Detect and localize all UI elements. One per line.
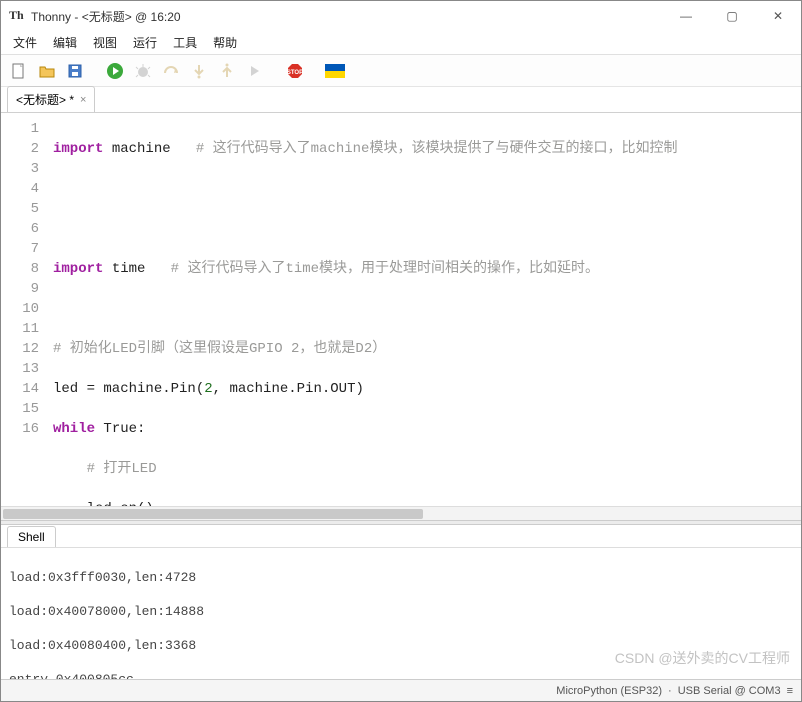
shell-tab-bar: Shell: [1, 525, 801, 547]
app-logo-icon: Th: [9, 8, 25, 24]
debug-icon[interactable]: [131, 59, 155, 83]
menu-tools[interactable]: 工具: [165, 32, 205, 53]
editor-tab-label: <无标题> *: [16, 91, 74, 108]
open-file-icon[interactable]: [35, 59, 59, 83]
code-area[interactable]: import machine # 这行代码导入了machine模块，该模块提供了…: [47, 113, 801, 506]
close-button[interactable]: ✕: [755, 1, 801, 31]
menu-view[interactable]: 视图: [85, 32, 125, 53]
title-bar: Th Thonny - <无标题> @ 16:20 — ▢ ✕: [1, 1, 801, 31]
scrollbar-thumb[interactable]: [3, 509, 423, 519]
horizontal-scrollbar[interactable]: [1, 506, 801, 520]
save-icon[interactable]: [63, 59, 87, 83]
status-menu-icon[interactable]: ≡: [787, 685, 793, 697]
menu-run[interactable]: 运行: [125, 32, 165, 53]
editor-tab-bar: <无标题> * ×: [1, 87, 801, 113]
tab-close-icon[interactable]: ×: [80, 94, 86, 106]
shell-line: load:0x40080400,len:3368: [9, 637, 793, 654]
stop-icon[interactable]: STOP: [283, 59, 307, 83]
code-editor[interactable]: 12345678910111213141516 import machine #…: [1, 113, 801, 506]
maximize-button[interactable]: ▢: [709, 1, 755, 31]
run-icon[interactable]: [103, 59, 127, 83]
ukraine-flag-icon[interactable]: [323, 59, 347, 83]
minimize-button[interactable]: —: [663, 1, 709, 31]
menu-help[interactable]: 帮助: [205, 32, 245, 53]
menu-bar: 文件 编辑 视图 运行 工具 帮助: [1, 31, 801, 55]
step-over-icon[interactable]: [159, 59, 183, 83]
shell-line: load:0x3fff0030,len:4728: [9, 569, 793, 586]
new-file-icon[interactable]: [7, 59, 31, 83]
shell-panel[interactable]: load:0x3fff0030,len:4728 load:0x40078000…: [1, 547, 801, 679]
status-bar: MicroPython (ESP32) · USB Serial @ COM3 …: [1, 679, 801, 701]
menu-file[interactable]: 文件: [5, 32, 45, 53]
menu-edit[interactable]: 编辑: [45, 32, 85, 53]
step-into-icon[interactable]: [187, 59, 211, 83]
step-out-icon[interactable]: [215, 59, 239, 83]
status-port[interactable]: USB Serial @ COM3: [678, 685, 781, 697]
status-sep: ·: [668, 685, 672, 697]
editor-tab[interactable]: <无标题> * ×: [7, 86, 95, 112]
window-title: Thonny - <无标题> @ 16:20: [31, 8, 663, 25]
shell-tab[interactable]: Shell: [7, 526, 56, 547]
status-interpreter[interactable]: MicroPython (ESP32): [556, 685, 662, 697]
resume-icon[interactable]: [243, 59, 267, 83]
toolbar: STOP: [1, 55, 801, 87]
shell-line: load:0x40078000,len:14888: [9, 603, 793, 620]
shell-line: entry 0x400805cc: [9, 671, 793, 679]
line-gutter: 12345678910111213141516: [1, 113, 47, 506]
svg-text:STOP: STOP: [287, 70, 303, 76]
